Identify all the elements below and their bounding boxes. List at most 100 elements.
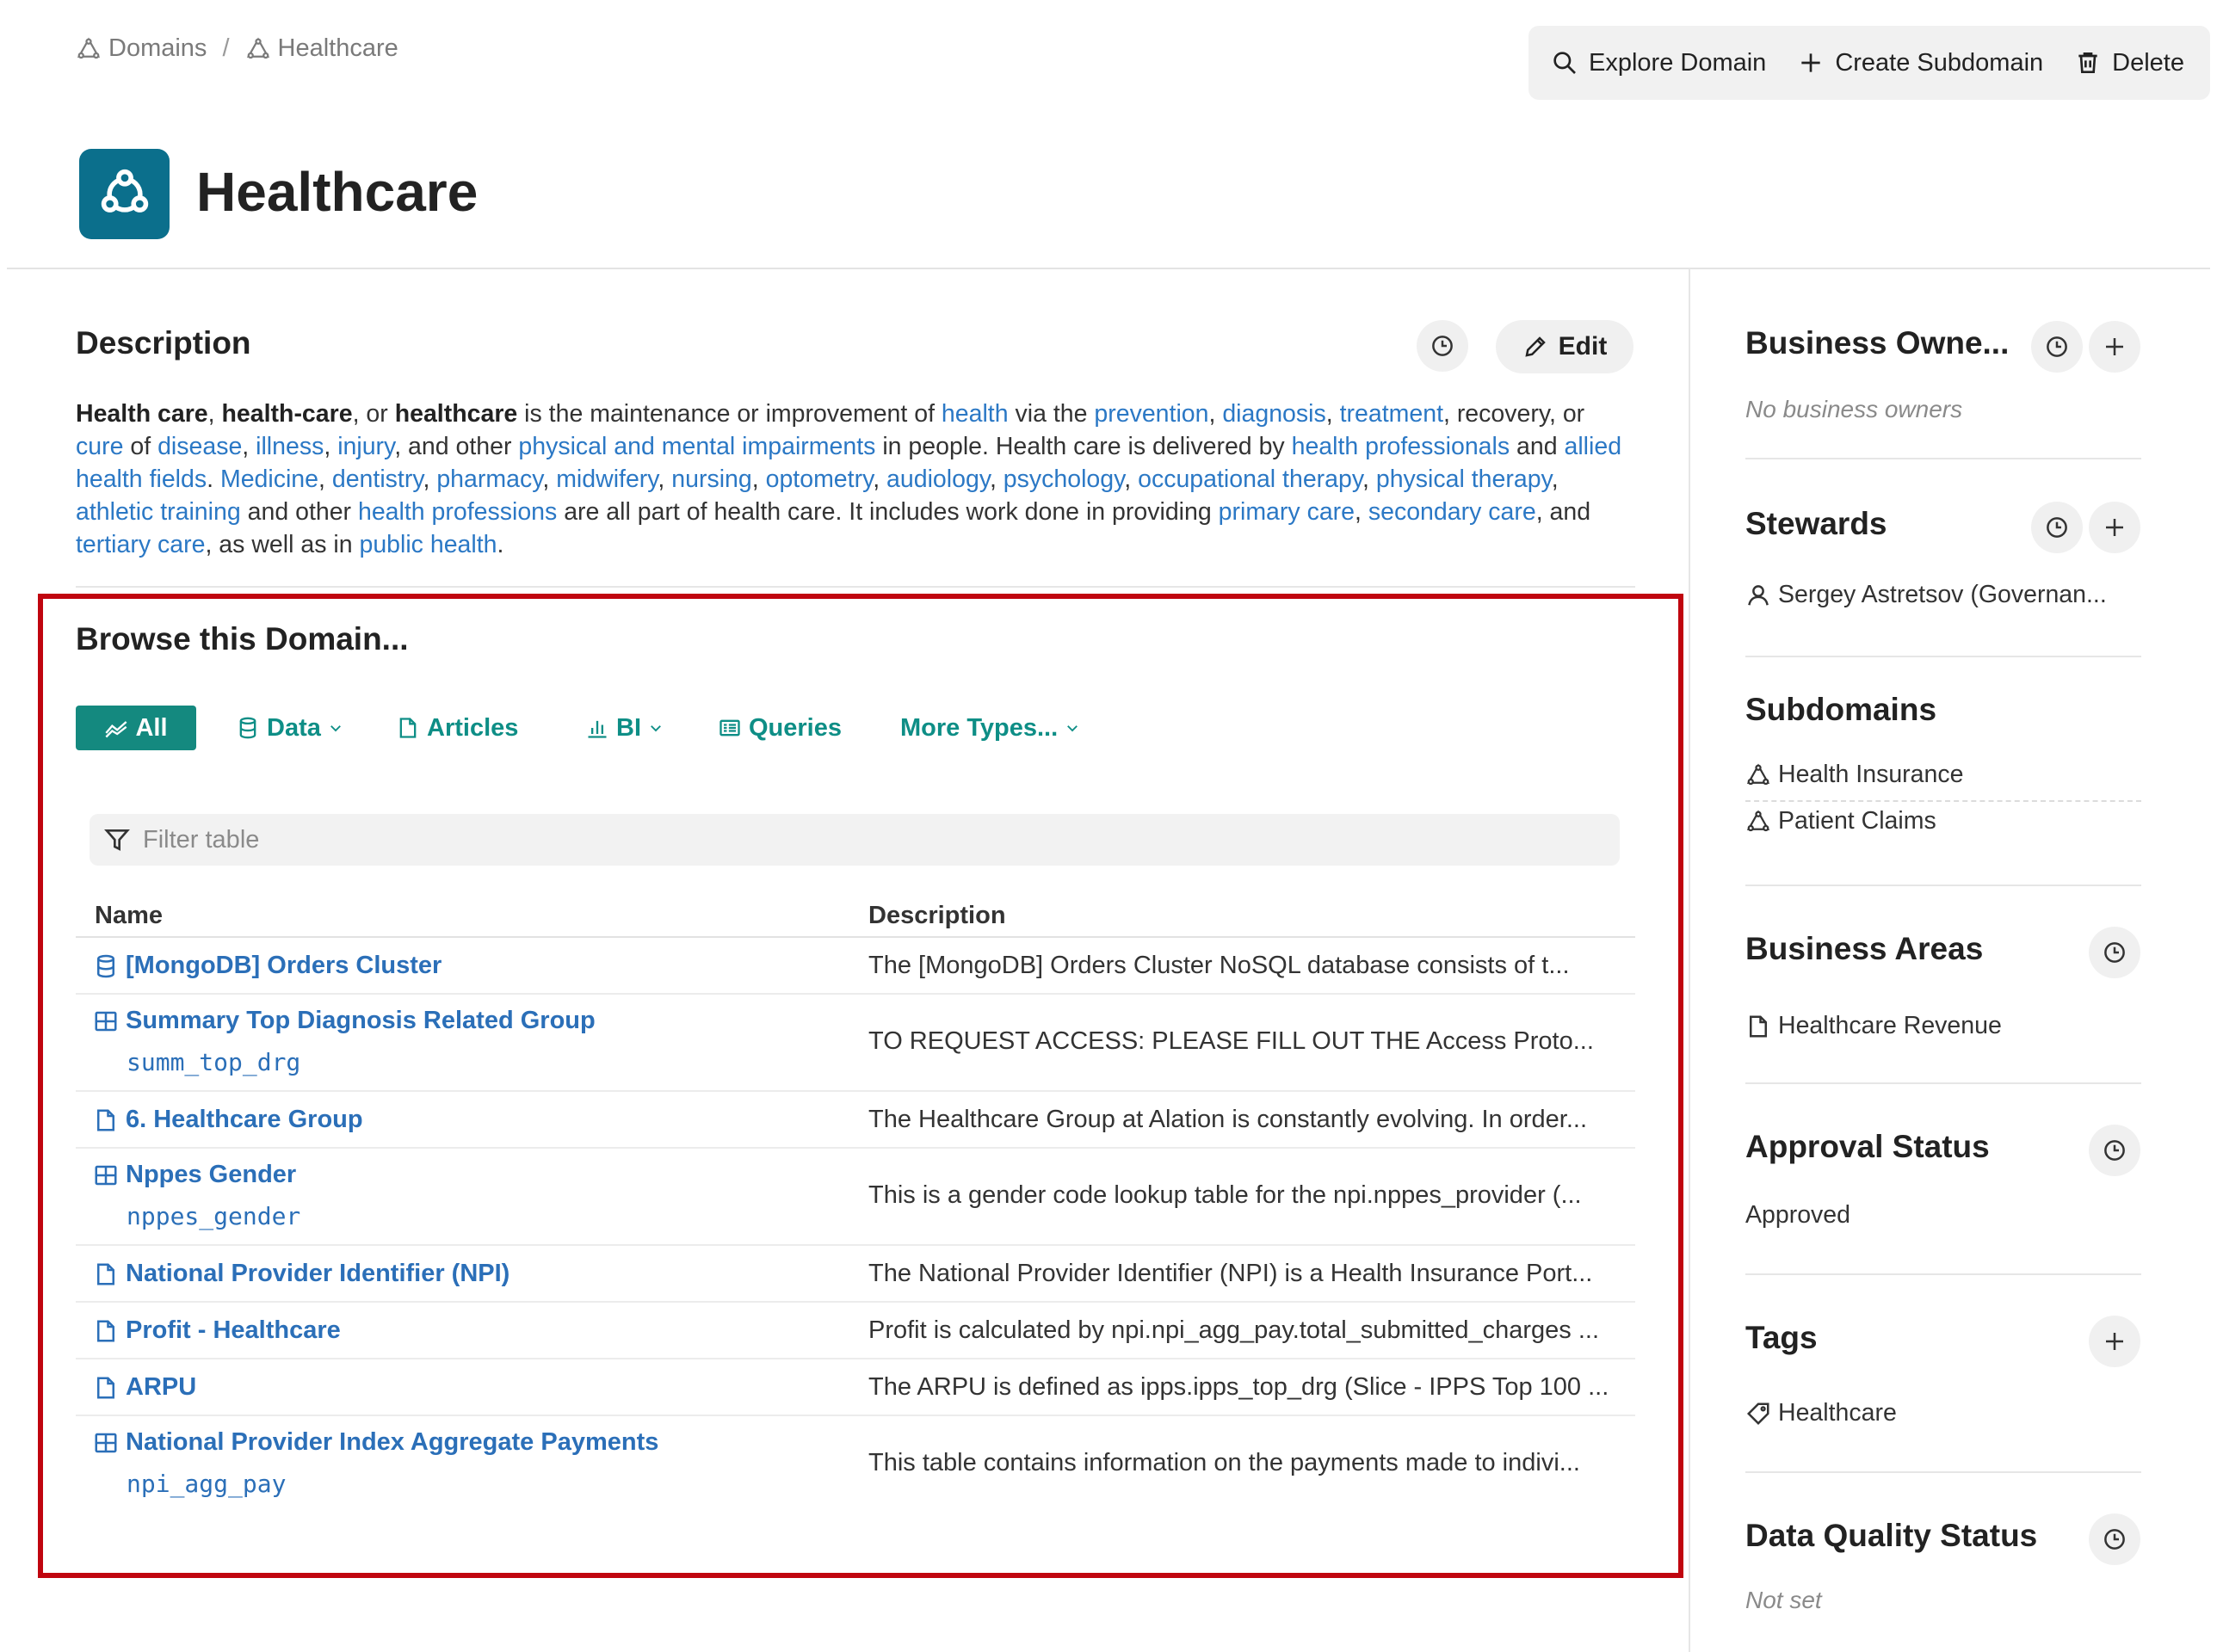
approval-status-history-button[interactable]	[2089, 1125, 2140, 1176]
row-name-link[interactable]: ARPU	[93, 1373, 196, 1402]
business-areas-history-button[interactable]	[2089, 927, 2140, 978]
data-quality-history-button[interactable]	[2089, 1513, 2140, 1565]
description-link[interactable]: pharmacy	[436, 465, 542, 493]
description-text: ,	[989, 465, 1004, 493]
description-link[interactable]: diagnosis	[1222, 400, 1325, 428]
table-row[interactable]: Summary Top Diagnosis Related Group summ_…	[76, 995, 1635, 1092]
business-owners-title: Business Owne...	[1745, 325, 2010, 361]
description-link[interactable]: psychology	[1004, 465, 1124, 493]
description-link[interactable]: dentistry	[332, 465, 423, 493]
plus-icon	[2106, 338, 2123, 355]
table-row[interactable]: 6. Healthcare Group The Healthcare Group …	[76, 1092, 1635, 1149]
description-text: and	[1510, 433, 1565, 460]
row-name-link[interactable]: Profit - Healthcare	[93, 1316, 341, 1345]
column-header-name[interactable]: Name	[95, 902, 163, 930]
description-history-button[interactable]	[1417, 320, 1468, 372]
description-text: ,	[1551, 465, 1559, 493]
row-name-link[interactable]: Nppes Gender	[93, 1161, 296, 1189]
business-owners-history-button[interactable]	[2031, 321, 2083, 373]
description-link[interactable]: primary care	[1219, 498, 1355, 526]
description-link[interactable]: cure	[76, 433, 123, 460]
tab-articles[interactable]: Articles	[396, 706, 518, 750]
tab-more-types[interactable]: More Types...	[900, 706, 1080, 750]
row-technical-name: summ_top_drg	[127, 1048, 301, 1076]
tab-all[interactable]: All	[76, 706, 196, 750]
create-subdomain-button[interactable]: Create Subdomain	[1797, 49, 2043, 77]
tab-label: Queries	[749, 713, 842, 742]
description-link[interactable]: Medicine	[220, 465, 318, 493]
description-link[interactable]: tertiary care	[76, 531, 205, 558]
description-link[interactable]: physical therapy	[1376, 465, 1552, 493]
description-link[interactable]: optometry	[766, 465, 874, 493]
table-header: Name Description	[76, 893, 1635, 938]
description-text: is the maintenance or improvement of	[517, 400, 942, 428]
table-row[interactable]: ARPU The ARPU is defined as ipps.ipps_top…	[76, 1359, 1635, 1416]
tab-bi[interactable]: BI	[585, 706, 664, 750]
description-link[interactable]: prevention	[1094, 400, 1208, 428]
add-business-owner-button[interactable]	[2089, 321, 2140, 373]
description-bold-term: health-care	[221, 400, 353, 428]
table-row[interactable]: National Provider Identifier (NPI) The Na…	[76, 1246, 1635, 1303]
stewards-history-button[interactable]	[2031, 502, 2083, 553]
breadcrumb-domains[interactable]: Domains	[76, 34, 207, 63]
table-row[interactable]: National Provider Index Aggregate Paymen…	[76, 1416, 1635, 1513]
breadcrumb-label: Healthcare	[277, 34, 398, 62]
business-owners-empty: No business owners	[1745, 396, 1963, 422]
edit-description-button[interactable]: Edit	[1496, 320, 1633, 373]
tag-item[interactable]: Healthcare	[1745, 1399, 1897, 1427]
description-link[interactable]: secondary care	[1368, 498, 1536, 526]
row-name-link[interactable]: Summary Top Diagnosis Related Group	[93, 1007, 596, 1035]
description-text: .	[207, 465, 220, 493]
description-link[interactable]: physical and mental impairments	[518, 433, 875, 460]
tab-queries[interactable]: Queries	[718, 706, 842, 750]
pencil-icon	[1525, 336, 1546, 357]
row-description: The National Provider Identifier (NPI) i…	[868, 1260, 1593, 1287]
row-name-link[interactable]: National Provider Identifier (NPI)	[93, 1260, 509, 1288]
description-link[interactable]: health professionals	[1292, 433, 1510, 460]
description-text: ,	[873, 465, 887, 493]
subdomain-item-health-insurance[interactable]: Health Insurance	[1745, 761, 1963, 789]
delete-button[interactable]: Delete	[2074, 49, 2184, 77]
table-row[interactable]: [MongoDB] Orders Cluster The [MongoDB] Or…	[76, 938, 1635, 995]
chevron-down-icon	[651, 725, 661, 732]
description-link[interactable]: illness	[256, 433, 324, 460]
description-text: , as well as in	[205, 531, 360, 558]
create-subdomain-label: Create Subdomain	[1835, 48, 2044, 77]
subdomain-item-patient-claims[interactable]: Patient Claims	[1745, 807, 1936, 835]
description-text: , and other	[394, 433, 519, 460]
explore-domain-label: Explore Domain	[1589, 48, 1767, 77]
table-row[interactable]: Nppes Gender nppes_gender This is a gender…	[76, 1149, 1635, 1246]
description-link[interactable]: public health	[359, 531, 497, 558]
add-tag-button[interactable]	[2089, 1316, 2140, 1367]
description-link[interactable]: audiology	[886, 465, 990, 493]
column-header-description[interactable]: Description	[868, 902, 1006, 930]
steward-item[interactable]: Sergey Astretsov (Governan...	[1745, 581, 2107, 609]
description-link[interactable]: health professions	[358, 498, 557, 526]
table-row[interactable]: Profit - Healthcare Profit is calculated …	[76, 1303, 1635, 1359]
tab-data[interactable]: Data	[236, 706, 343, 750]
search-icon	[1553, 52, 1576, 74]
domain-actions-bar: Explore Domain Create Subdomain Delete	[1528, 26, 2210, 100]
row-name-link[interactable]: [MongoDB] Orders Cluster	[93, 952, 442, 980]
description-link[interactable]: midwifery	[556, 465, 658, 493]
filter-table-input[interactable]: Filter table	[90, 814, 1620, 866]
subdomains-title: Subdomains	[1745, 692, 1937, 727]
description-link[interactable]: injury	[337, 433, 394, 460]
table-icon	[95, 1433, 117, 1452]
row-description: Profit is calculated by npi.npi_agg_pay.…	[868, 1316, 1600, 1344]
description-link[interactable]: nursing	[671, 465, 751, 493]
description-link[interactable]: health	[942, 400, 1009, 428]
description-link[interactable]: treatment	[1340, 400, 1443, 428]
data-quality-value[interactable]: Not set	[1745, 1587, 1822, 1614]
explore-domain-button[interactable]: Explore Domain	[1551, 49, 1766, 77]
add-steward-button[interactable]	[2089, 502, 2140, 553]
row-name-link[interactable]: 6. Healthcare Group	[93, 1106, 363, 1134]
description-text: are all part of health care. It includes…	[557, 498, 1219, 526]
description-link[interactable]: athletic training	[76, 498, 241, 526]
description-link[interactable]: disease	[157, 433, 242, 460]
business-area-item[interactable]: Healthcare Revenue	[1745, 1012, 2002, 1040]
breadcrumb-healthcare[interactable]: Healthcare	[245, 34, 398, 63]
description-link[interactable]: occupational therapy	[1138, 465, 1362, 493]
row-name-link[interactable]: National Provider Index Aggregate Paymen…	[93, 1428, 658, 1457]
approval-status-value[interactable]: Approved	[1745, 1201, 1850, 1230]
